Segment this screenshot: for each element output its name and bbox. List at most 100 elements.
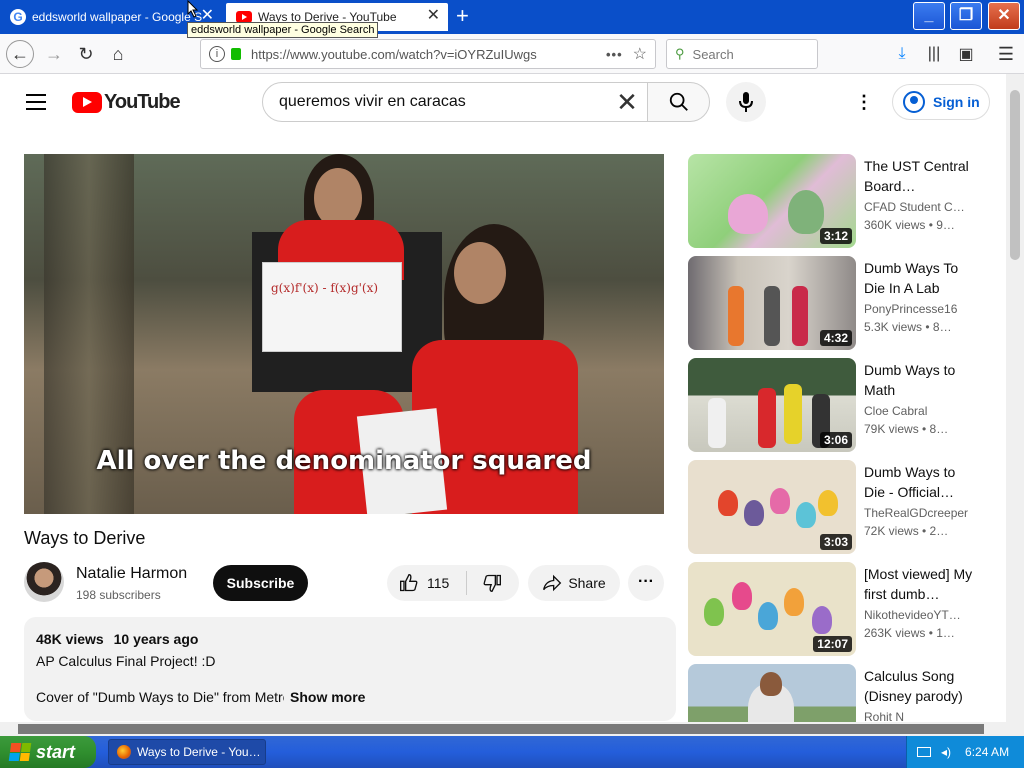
clock: 6:24 AM bbox=[965, 745, 1010, 759]
recommendation-channel[interactable]: PonyPrincesse16 bbox=[864, 302, 976, 316]
site-info-icon[interactable]: i bbox=[209, 46, 225, 62]
description-row: Cover of "Dumb Ways to Die" from Metro S… bbox=[36, 689, 664, 705]
browser-search-field[interactable]: ⚲ Search bbox=[666, 39, 818, 69]
video-meta: 48K views 10 years ago bbox=[36, 631, 664, 647]
recommendation-title[interactable]: Calculus Song (Disney parody) bbox=[864, 666, 976, 706]
logo-text: YouTube bbox=[104, 91, 181, 113]
download-icon[interactable]: ⤓ bbox=[890, 42, 914, 66]
firefox-icon bbox=[117, 745, 131, 759]
recommendation-channel[interactable]: CFAD Student C… bbox=[864, 200, 976, 214]
recommendation-thumbnail[interactable]: 4:32 bbox=[688, 256, 856, 350]
recommendation-item[interactable]: 4:32 Dumb Ways To Die In A Lab PonyPrinc… bbox=[688, 256, 988, 350]
video-person-head bbox=[314, 168, 362, 228]
start-button[interactable]: start bbox=[0, 736, 96, 768]
new-tab-icon[interactable]: + bbox=[456, 4, 469, 28]
horizontal-scrollbar[interactable] bbox=[0, 722, 1006, 736]
system-tray: ◂) 6:24 AM bbox=[906, 736, 1024, 768]
recommendation-channel[interactable]: NikothevideoYT… bbox=[864, 608, 976, 622]
voice-search-button[interactable] bbox=[726, 82, 766, 122]
like-dislike-group: 115 bbox=[387, 565, 519, 601]
youtube-search-input[interactable]: queremos vivir en caracas ✕ bbox=[262, 82, 648, 122]
maximize-button[interactable]: ❐ bbox=[950, 2, 982, 30]
close-tab-icon[interactable]: ✕ bbox=[427, 8, 440, 24]
search-query[interactable]: queremos vivir en caracas bbox=[279, 93, 607, 111]
recommendation-item[interactable]: 12:07 [Most viewed] My first dumb… Nikot… bbox=[688, 562, 988, 656]
channel-name[interactable]: Natalie Harmon bbox=[76, 565, 187, 583]
recommendation-item[interactable]: Calculus Song (Disney parody) Rohit N bbox=[688, 664, 988, 722]
scroll-thumb[interactable] bbox=[18, 724, 984, 734]
recommendation-channel[interactable]: Cloe Cabral bbox=[864, 404, 976, 418]
show-more-button[interactable]: Show more bbox=[290, 689, 365, 705]
volume-icon[interactable]: ◂) bbox=[941, 745, 951, 759]
dislike-button[interactable] bbox=[467, 573, 517, 593]
taskbar-window-item[interactable]: Ways to Derive - You… bbox=[108, 739, 266, 765]
recommendation-title[interactable]: [Most viewed] My first dumb… bbox=[864, 564, 976, 604]
thumbnail-shape bbox=[784, 588, 804, 616]
windows-logo-icon bbox=[8, 743, 32, 761]
thumbnail-shape bbox=[718, 490, 738, 516]
google-favicon-icon: G bbox=[10, 9, 26, 25]
recommendation-title[interactable]: The UST Central Board… bbox=[864, 156, 976, 196]
guide-menu-icon[interactable] bbox=[26, 94, 46, 110]
tab-title: eddsworld wallpaper - Google Search bbox=[32, 10, 202, 24]
thumbnail-shape bbox=[704, 598, 724, 626]
recommendation-channel[interactable]: TheRealGDcreeper bbox=[864, 506, 976, 520]
microphone-icon bbox=[739, 92, 753, 112]
thumbnail-shape bbox=[758, 388, 776, 448]
video-title: Ways to Derive bbox=[24, 528, 146, 548]
sign-in-label: Sign in bbox=[933, 94, 980, 110]
url-bar[interactable]: i https://www.youtube.com/watch?v=iOYRZu… bbox=[200, 39, 656, 69]
recommendation-item[interactable]: 3:12 The UST Central Board… CFAD Student… bbox=[688, 154, 988, 248]
hamburger-menu-icon[interactable]: ☰ bbox=[994, 42, 1018, 66]
recommendation-thumbnail[interactable]: 3:06 bbox=[688, 358, 856, 452]
home-icon[interactable]: ⌂ bbox=[104, 40, 132, 68]
description-box[interactable]: 48K views 10 years ago AP Calculus Final… bbox=[24, 617, 676, 721]
bookmark-star-icon[interactable]: ☆ bbox=[633, 44, 647, 64]
search-icon: ⚲ bbox=[675, 46, 685, 61]
recommendation-title[interactable]: Dumb Ways To Die In A Lab bbox=[864, 258, 976, 298]
reload-icon[interactable]: ↻ bbox=[72, 40, 100, 68]
keyboard-icon[interactable] bbox=[917, 747, 931, 757]
video-duration: 12:07 bbox=[813, 636, 852, 652]
thumbnail-shape bbox=[796, 502, 816, 528]
like-button[interactable]: 115 bbox=[387, 571, 467, 595]
clear-search-icon[interactable]: ✕ bbox=[607, 82, 647, 122]
recommendation-thumbnail[interactable]: 3:03 bbox=[688, 460, 856, 554]
video-player[interactable]: g(x)f'(x) - f(x)g'(x) All over the denom… bbox=[24, 154, 664, 514]
recommendation-meta: 79K views • 8… bbox=[864, 422, 949, 436]
youtube-logo[interactable]: YouTube bbox=[72, 91, 181, 114]
sign-in-button[interactable]: Sign in bbox=[892, 84, 990, 120]
more-actions-icon[interactable]: ··· bbox=[628, 565, 664, 601]
page-actions-icon[interactable]: ••• bbox=[606, 47, 623, 62]
description-line: Cover of "Dumb Ways to Die" from Metro bbox=[36, 689, 284, 705]
recommendation-title[interactable]: Dumb Ways to Die - Official… bbox=[864, 462, 976, 502]
recommendation-item[interactable]: 3:03 Dumb Ways to Die - Official… TheRea… bbox=[688, 460, 988, 554]
search-button[interactable] bbox=[647, 82, 710, 122]
share-button[interactable]: Share bbox=[528, 565, 620, 601]
account-icon bbox=[903, 91, 925, 113]
recommendation-thumbnail[interactable] bbox=[688, 664, 856, 722]
subscribe-button[interactable]: Subscribe bbox=[213, 565, 308, 601]
recommendation-thumbnail[interactable]: 12:07 bbox=[688, 562, 856, 656]
recommendation-channel[interactable]: Rohit N bbox=[864, 710, 976, 722]
recommendation-title[interactable]: Dumb Ways to Math bbox=[864, 360, 976, 400]
recommendation-thumbnail[interactable]: 3:12 bbox=[688, 154, 856, 248]
forward-arrow-icon[interactable]: → bbox=[40, 40, 68, 68]
thumbnail-shape bbox=[744, 500, 764, 526]
vertical-scrollbar[interactable] bbox=[1006, 74, 1024, 736]
channel-avatar[interactable] bbox=[24, 562, 64, 602]
recommendation-item[interactable]: 3:06 Dumb Ways to Math Cloe Cabral 79K v… bbox=[688, 358, 988, 452]
youtube-logo-icon bbox=[72, 92, 102, 113]
minimize-button[interactable]: _ bbox=[913, 2, 945, 30]
video-person-head bbox=[454, 242, 506, 304]
video-duration: 3:06 bbox=[819, 432, 852, 448]
thumbnail-shape bbox=[760, 672, 782, 696]
url-text[interactable]: https://www.youtube.com/watch?v=iOYRZuIU… bbox=[251, 47, 606, 62]
back-arrow-icon[interactable]: ← bbox=[6, 40, 34, 68]
library-icon[interactable]: ||| bbox=[922, 42, 946, 66]
more-vertical-icon[interactable]: ⋮ bbox=[852, 90, 876, 114]
sidebar-icon[interactable]: ▣ bbox=[954, 42, 978, 66]
thumbnail-shape bbox=[792, 286, 808, 346]
scroll-thumb[interactable] bbox=[1010, 90, 1020, 260]
close-window-button[interactable]: ✕ bbox=[988, 2, 1020, 30]
